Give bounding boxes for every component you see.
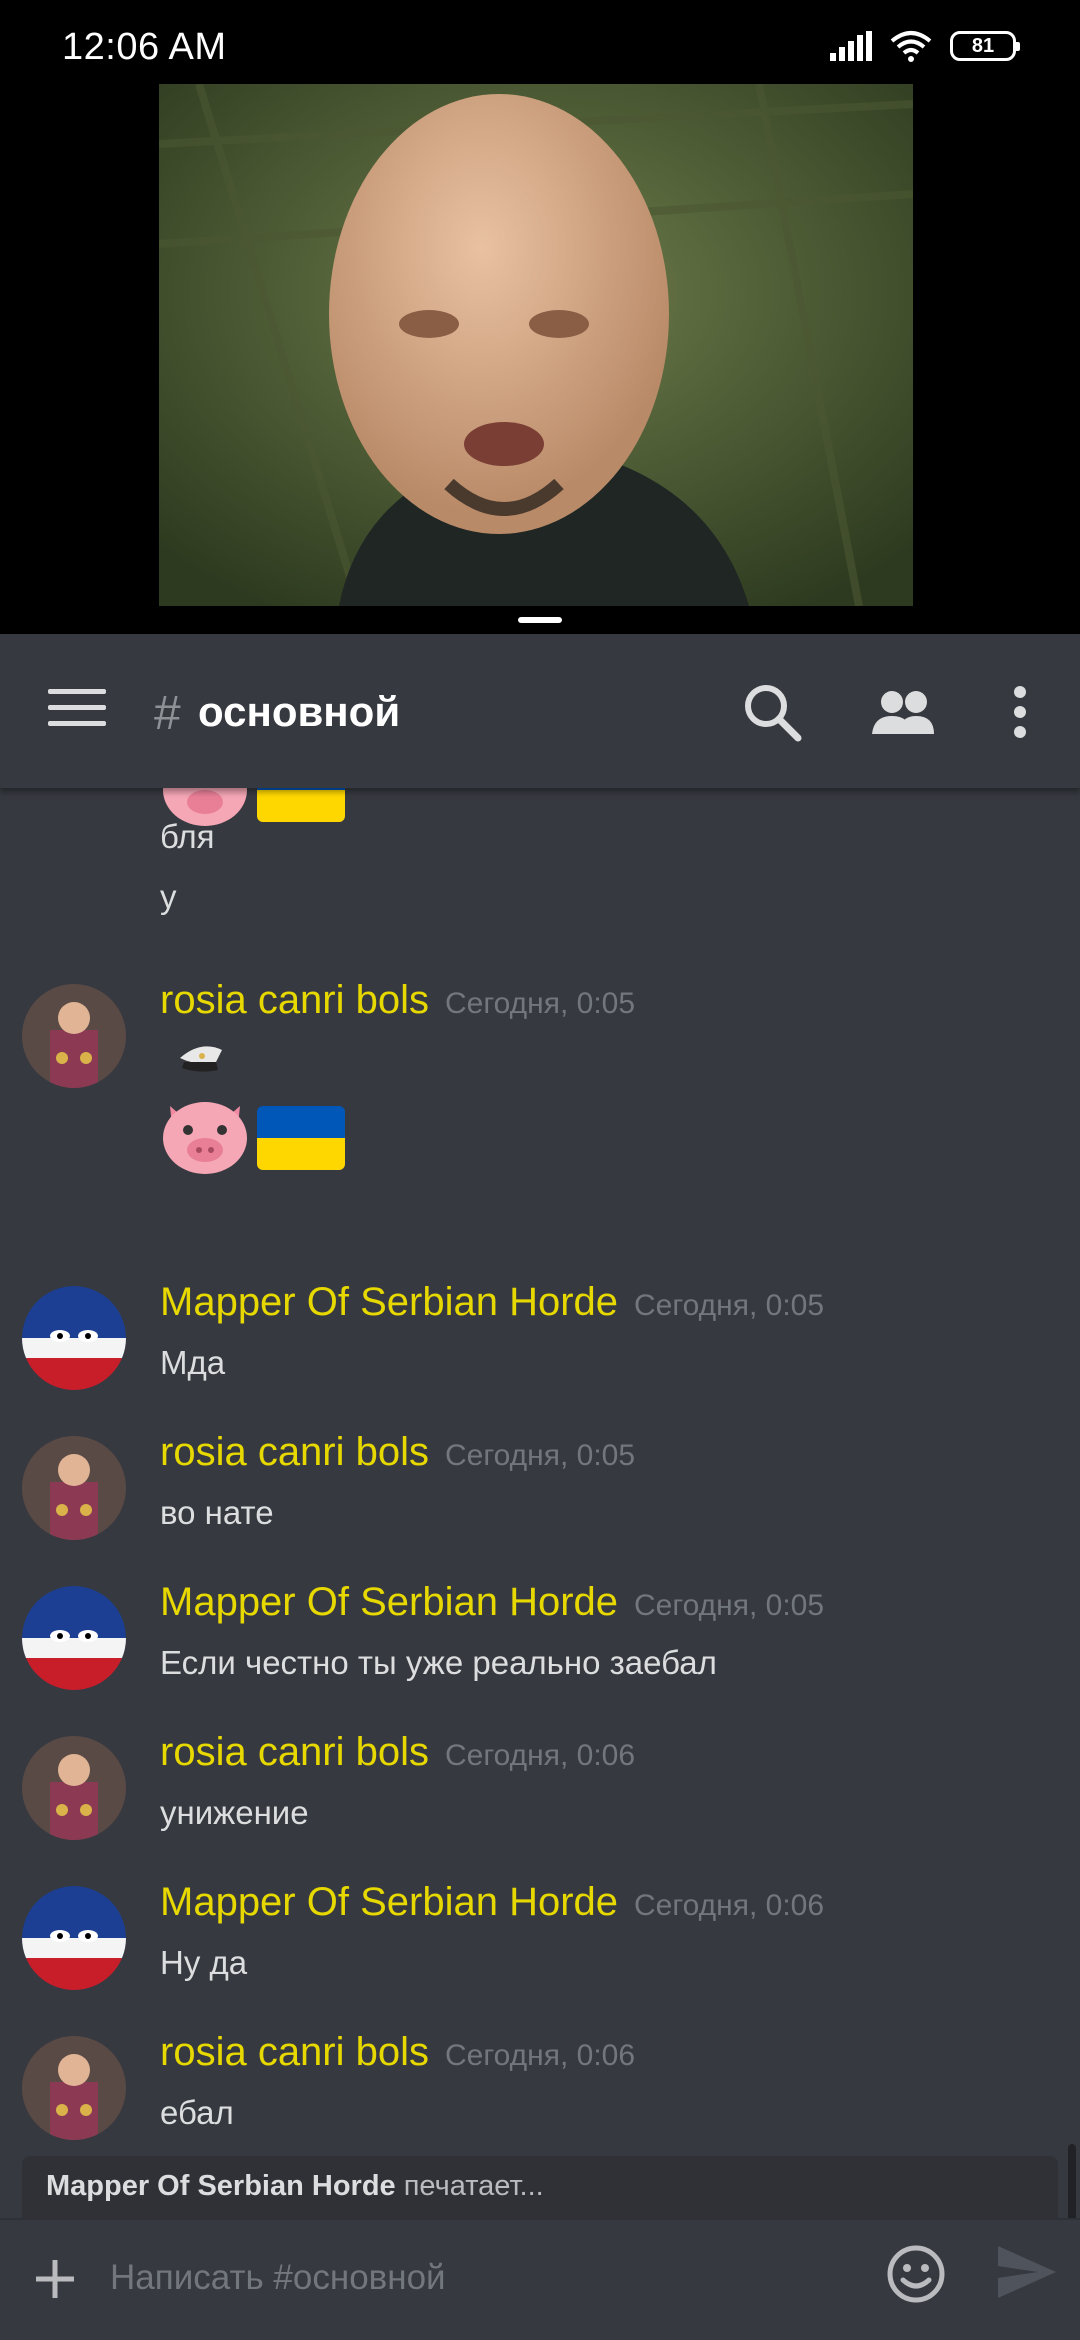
video-still-image	[159, 84, 913, 606]
typing-user: Mapper Of Serbian Horde	[46, 2170, 396, 2202]
username[interactable]: rosia canri bols	[160, 978, 429, 1022]
avatar[interactable]	[22, 2036, 126, 2140]
menu-icon[interactable]	[48, 689, 106, 733]
search-icon[interactable]	[740, 680, 804, 744]
video-frame[interactable]	[159, 84, 913, 606]
pig-emoji	[163, 1102, 247, 1174]
status-bar: 12:06 AM 81	[0, 0, 1080, 84]
message-text: бля	[160, 818, 215, 855]
username[interactable]: rosia canri bols	[160, 1730, 429, 1774]
message-input[interactable]: Написать #основной	[110, 2258, 446, 2298]
message-text: унижение	[160, 1794, 309, 1831]
channel-header: # основной	[0, 634, 1080, 788]
username[interactable]: rosia canri bols	[160, 1430, 429, 1474]
message-text: Мда	[160, 1344, 226, 1381]
message-timestamp: Сегодня, 0:06	[445, 1739, 636, 1772]
message-text: во нате	[160, 1494, 274, 1531]
message-author[interactable]: Mapper Of Serbian Horde Сегодня, 0:05	[160, 1280, 824, 1325]
avatar[interactable]	[22, 1736, 126, 1840]
screen: 12:06 AM 81 # основной бля у rosia canri…	[0, 0, 1080, 2340]
message-timestamp: Сегодня, 0:05	[634, 1589, 825, 1622]
avatar[interactable]	[22, 1286, 126, 1390]
status-icons: 81	[830, 30, 1020, 62]
message-list[interactable]: бля у rosia canri bols Сегодня, 0:05 Map…	[0, 754, 1080, 2188]
message-timestamp: Сегодня, 0:05	[445, 1439, 636, 1472]
message-text: Ну да	[160, 1944, 248, 1981]
message-text: ебал	[160, 2094, 234, 2131]
message-text: у	[160, 878, 177, 915]
members-icon[interactable]	[870, 680, 936, 744]
username[interactable]: Mapper Of Serbian Horde	[160, 1880, 618, 1924]
cap-emoji	[180, 1046, 222, 1072]
typing-indicator: Mapper Of Serbian Horde печатает...	[22, 2156, 1058, 2218]
typing-suffix: печатает...	[395, 2170, 544, 2202]
avatar[interactable]	[22, 1586, 126, 1690]
more-icon[interactable]	[1000, 680, 1040, 744]
message-author[interactable]: rosia canri bols Сегодня, 0:05	[160, 978, 635, 1023]
avatar[interactable]	[22, 984, 126, 1088]
message-author[interactable]: rosia canri bols Сегодня, 0:05	[160, 1430, 635, 1475]
avatar[interactable]	[22, 1886, 126, 1990]
username[interactable]: Mapper Of Serbian Horde	[160, 1580, 618, 1624]
channel-name: основной	[198, 688, 401, 735]
message-timestamp: Сегодня, 0:06	[445, 2039, 636, 2072]
username[interactable]: rosia canri bols	[160, 2030, 429, 2074]
username[interactable]: Mapper Of Serbian Horde	[160, 1280, 618, 1324]
message-author[interactable]: rosia canri bols Сегодня, 0:06	[160, 1730, 635, 1775]
message-author[interactable]: rosia canri bols Сегодня, 0:06	[160, 2030, 635, 2075]
message-text: Если честно ты уже реально заебал	[160, 1644, 717, 1681]
signal-icon	[830, 31, 872, 61]
channel-hash-icon: #	[154, 687, 181, 740]
ukraine-flag-emoji	[257, 1106, 345, 1170]
video-player[interactable]	[0, 84, 1080, 634]
battery-icon: 81	[950, 31, 1020, 61]
message-timestamp: Сегодня, 0:05	[445, 987, 636, 1020]
message-timestamp: Сегодня, 0:06	[634, 1889, 825, 1922]
emoji-icon[interactable]	[884, 2242, 948, 2306]
status-time: 12:06 AM	[62, 26, 227, 68]
wifi-icon	[890, 31, 932, 62]
message-composer: Написать #основной	[0, 2218, 1080, 2340]
plus-icon[interactable]	[32, 2256, 78, 2302]
avatar[interactable]	[22, 1436, 126, 1540]
message-author[interactable]: Mapper Of Serbian Horde Сегодня, 0:05	[160, 1580, 824, 1625]
scrollbar[interactable]	[1068, 2144, 1076, 2222]
message-author[interactable]: Mapper Of Serbian Horde Сегодня, 0:06	[160, 1880, 824, 1925]
chat-screen: # основной бля у rosia canri bols Сегодн…	[0, 634, 1080, 2340]
video-resize-handle[interactable]	[518, 617, 562, 623]
message-timestamp: Сегодня, 0:05	[634, 1289, 825, 1322]
send-icon[interactable]	[994, 2242, 1060, 2302]
